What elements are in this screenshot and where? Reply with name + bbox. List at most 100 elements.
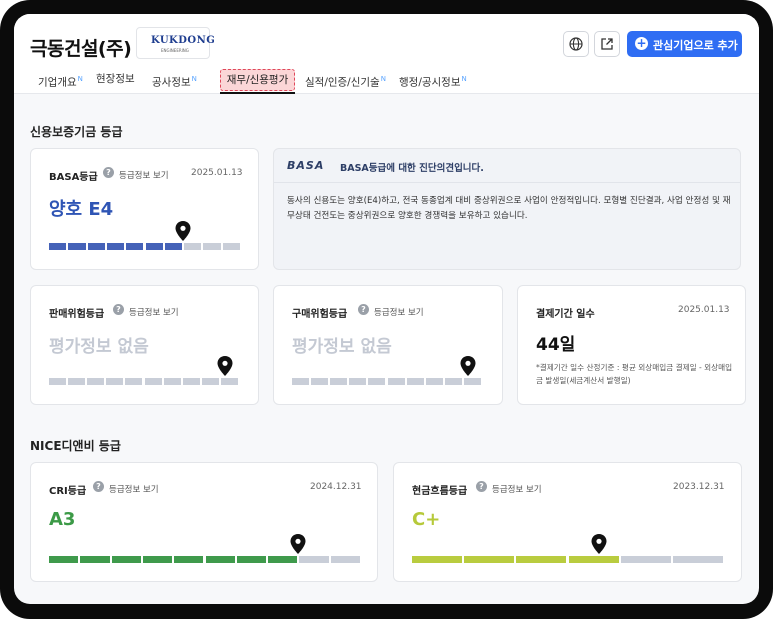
grade-bar-segment xyxy=(126,243,144,250)
card-title: 결제기간 일수 xyxy=(536,309,595,320)
grade-bar-segment xyxy=(330,556,360,563)
grade-info-link[interactable]: 등급정보 보기 xyxy=(129,306,179,318)
help-icon[interactable]: ? xyxy=(103,167,114,178)
basa-grade: 양호 E4 xyxy=(49,199,114,220)
grade-bar-segment xyxy=(80,556,110,563)
grade-bar-segment xyxy=(49,378,67,385)
grade-info-link[interactable]: 등급정보 보기 xyxy=(109,483,159,495)
grade-bar-segment xyxy=(163,378,181,385)
company-name: 극동건설(주) xyxy=(30,38,132,60)
location-pin-icon xyxy=(290,534,306,554)
company-logo-subtext: ENGINEERING xyxy=(161,48,189,53)
new-badge: N xyxy=(380,75,386,83)
help-icon[interactable]: ? xyxy=(476,481,487,492)
active-tab-indicator xyxy=(220,92,295,94)
tab-administration[interactable]: 행정/공시정보N xyxy=(399,69,467,93)
card-date: 2025.01.13 xyxy=(678,305,730,315)
help-icon[interactable]: ? xyxy=(113,304,124,315)
tab-site-info[interactable]: 현장정보 xyxy=(96,69,135,89)
grade-bar-segment xyxy=(220,378,238,385)
grade-bar-segment xyxy=(368,378,386,385)
globe-icon xyxy=(569,37,583,51)
app-screen: 극동건설(주) KUKDONG ENGINEERING + 관심기업으로 추가 … xyxy=(14,14,759,604)
section-title-guarantee: 신용보증기금 등급 xyxy=(30,125,123,139)
grade-bar-segment xyxy=(620,556,671,563)
grade-bar-segment xyxy=(174,556,204,563)
grade-bar-segment xyxy=(125,378,143,385)
tab-company-overview[interactable]: 기업개요N xyxy=(38,69,83,93)
plus-icon: + xyxy=(635,36,648,50)
grade-info-link[interactable]: 등급정보 보기 xyxy=(374,306,424,318)
cri-grade-bar xyxy=(49,534,360,563)
add-favorite-label: 관심기업으로 추가 xyxy=(653,39,738,52)
grade-bar-segment xyxy=(203,243,221,250)
basa-opinion-header: BASA BASA등급에 대한 진단의견입니다. xyxy=(274,149,740,183)
company-logo: KUKDONG ENGINEERING xyxy=(136,27,215,59)
device-frame: 극동건설(주) KUKDONG ENGINEERING + 관심기업으로 추가 … xyxy=(0,0,773,619)
location-pin-icon xyxy=(591,534,607,554)
grade-bar-segment xyxy=(111,556,141,563)
grade-bar-segment xyxy=(672,556,723,563)
purchase-risk-grade: 평가정보 없음 xyxy=(292,337,392,357)
grade-info-link[interactable]: 등급정보 보기 xyxy=(119,169,169,181)
tab-finance-credit[interactable]: 재무/신용평가 xyxy=(220,69,295,91)
purchase-risk-card: 구매위험등급 ? 등급정보 보기 평가정보 없음 xyxy=(273,285,503,405)
sales-risk-bar xyxy=(49,356,238,385)
card-date: 2024.12.31 xyxy=(310,482,362,492)
external-link-icon xyxy=(601,38,613,50)
grade-bar-segment xyxy=(236,556,267,563)
basa-logo: BASA xyxy=(287,159,325,172)
card-title: BASA등급 xyxy=(49,172,98,183)
cashflow-grade-card: 현금흐름등급 ? 등급정보 보기 2023.12.31 C+ xyxy=(393,462,742,582)
new-badge: N xyxy=(191,75,197,83)
cashflow-grade: C+ xyxy=(412,509,441,530)
payment-days-value: 44일 xyxy=(536,335,576,355)
add-favorite-button[interactable]: + 관심기업으로 추가 xyxy=(627,31,742,57)
new-badge: N xyxy=(461,75,467,83)
grade-bar-segment xyxy=(145,243,163,250)
language-button[interactable] xyxy=(563,31,589,57)
grade-bar-segment xyxy=(268,556,298,563)
card-title: 구매위험등급 xyxy=(292,309,348,320)
grade-bar-segment xyxy=(49,556,79,563)
basa-grade-card: BASA등급 ? 등급정보 보기 2025.01.13 양호 E4 xyxy=(30,148,259,270)
grade-bar-segment xyxy=(464,556,515,563)
grade-bar-segment xyxy=(106,378,124,385)
location-pin-icon xyxy=(217,356,233,376)
grade-bar-segment xyxy=(349,378,367,385)
grade-bar-segment xyxy=(330,378,348,385)
cri-grade-card: CRI등급 ? 등급정보 보기 2024.12.31 A3 xyxy=(30,462,378,582)
card-date: 2023.12.31 xyxy=(673,482,725,492)
tab-construction-info[interactable]: 공사정보N xyxy=(152,69,197,93)
grade-info-link[interactable]: 등급정보 보기 xyxy=(492,483,542,495)
sales-risk-card: 판매위험등급 ? 등급정보 보기 평가정보 없음 xyxy=(30,285,259,405)
grade-bar-segment xyxy=(387,378,405,385)
help-icon[interactable]: ? xyxy=(93,481,104,492)
tab-performance[interactable]: 실적/인증/신기술N xyxy=(305,69,386,93)
card-title: 현금흐름등급 xyxy=(412,486,468,497)
cri-grade: A3 xyxy=(49,509,76,530)
grade-bar-segment xyxy=(568,556,619,563)
grade-bar-segment xyxy=(444,378,462,385)
grade-bar-segment xyxy=(164,243,183,250)
grade-bar-segment xyxy=(182,378,200,385)
grade-bar-segment xyxy=(516,556,567,563)
help-icon[interactable]: ? xyxy=(358,304,369,315)
location-pin-icon xyxy=(460,356,476,376)
new-badge: N xyxy=(77,75,83,83)
grade-bar-segment xyxy=(222,243,240,250)
grade-bar-segment xyxy=(184,243,202,250)
share-button[interactable] xyxy=(594,31,620,57)
grade-bar-segment xyxy=(142,556,173,563)
grade-bar-segment xyxy=(406,378,424,385)
grade-bar-segment xyxy=(425,378,443,385)
card-title: CRI등급 xyxy=(49,486,87,497)
payment-days-note: *결제기간 일수 산정기준 : 평균 외상매입금 결제일 - 외상매입금 발생일… xyxy=(536,363,733,385)
sales-risk-grade: 평가정보 없음 xyxy=(49,337,149,357)
grade-bar-segment xyxy=(311,378,329,385)
grade-bar-segment xyxy=(49,243,67,250)
basa-opinion-heading: BASA등급에 대한 진단의견입니다. xyxy=(340,163,484,174)
basa-grade-bar xyxy=(49,221,240,250)
card-title: 판매위험등급 xyxy=(49,309,105,320)
grade-bar-segment xyxy=(68,378,86,385)
